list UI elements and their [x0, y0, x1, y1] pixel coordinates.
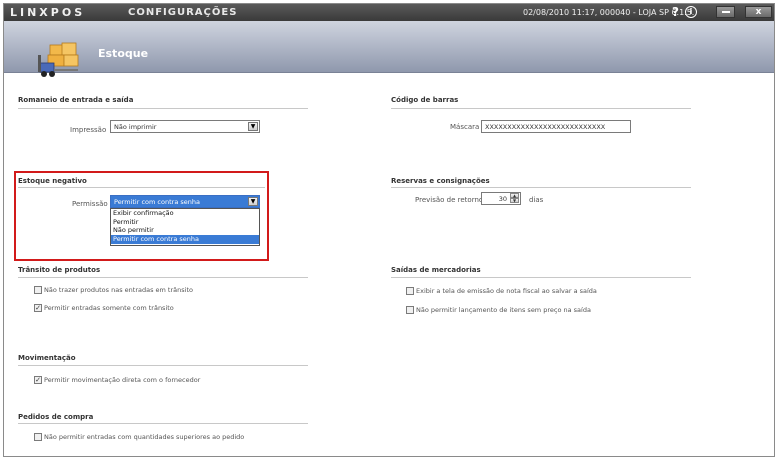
dropdown-option[interactable]: Permitir	[111, 218, 259, 227]
checkbox-nao-trazer[interactable]	[34, 286, 42, 294]
impressao-label: Impressão	[70, 126, 107, 134]
section-title-pedidos: Pedidos de compra	[18, 413, 94, 421]
mascara-input[interactable]: XXXXXXXXXXXXXXXXXXXXXXXXXXX	[481, 120, 631, 133]
impressao-select[interactable]: Não imprimir ▼	[110, 120, 260, 133]
checkbox-exibir-nota[interactable]	[406, 287, 414, 295]
section-divider	[391, 277, 691, 278]
spin-down-icon[interactable]: ▼	[510, 198, 519, 203]
checkbox-label: Permitir movimentação direta com o forne…	[44, 376, 201, 384]
previsao-stepper[interactable]: 30 ▲ ▼	[481, 192, 521, 205]
permissao-label: Permissão	[72, 200, 108, 208]
checkbox-label: Não permitir entradas com quantidades su…	[44, 433, 245, 441]
dias-label: dias	[529, 196, 544, 204]
section-title-reservas: Reservas e consignações	[391, 177, 490, 185]
previsao-label: Previsão de retorno	[415, 196, 484, 204]
checkbox-label: Não permitir lançamento de itens sem pre…	[416, 306, 591, 314]
previsao-value: 30	[498, 195, 507, 203]
page-header: Estoque	[4, 21, 774, 77]
section-title-saidas: Saídas de mercadorias	[391, 266, 481, 274]
mascara-label: Máscara	[450, 123, 480, 131]
section-title-movimentacao: Movimentação	[18, 354, 76, 362]
checkbox-quantidades-superiores[interactable]	[34, 433, 42, 441]
forklift-boxes-icon	[38, 42, 79, 77]
dropdown-option[interactable]: Exibir confirmação	[111, 209, 259, 218]
permissao-dropdown-list: Exibir confirmação Permitir Não permitir…	[110, 208, 260, 246]
checkbox-label: Exibir a tela de emissão de nota fiscal …	[416, 287, 597, 295]
app-logo: LINXPOS	[10, 6, 86, 19]
app-window: LINXPOS CONFIGURAÇÕES 02/08/2010 11:17, …	[3, 3, 775, 457]
impressao-value: Não imprimir	[114, 123, 157, 131]
chevron-down-icon[interactable]: ▼	[248, 122, 258, 131]
checkbox-permitir-transito[interactable]: ✓	[34, 304, 42, 312]
section-title-estoque-negativo: Estoque negativo	[18, 177, 87, 185]
help-icon[interactable]: ?	[672, 5, 679, 19]
status-text: 02/08/2010 11:17, 000040 - LOJA SP 6.1.5…	[523, 8, 695, 17]
section-divider	[18, 187, 265, 188]
section-divider	[18, 423, 308, 424]
section-divider	[391, 108, 691, 109]
section-divider	[391, 187, 691, 188]
window-title: CONFIGURAÇÕES	[128, 7, 238, 18]
minimize-button[interactable]	[716, 6, 735, 18]
checkbox-sem-preco[interactable]	[406, 306, 414, 314]
info-icon[interactable]: i	[685, 6, 697, 18]
chevron-down-icon[interactable]: ▼	[248, 197, 258, 206]
section-title-transito: Trânsito de produtos	[18, 266, 101, 274]
permissao-value: Permitir com contra senha	[114, 198, 200, 206]
permissao-select[interactable]: Permitir com contra senha ▼	[110, 195, 260, 208]
section-title-codigo-barras: Código de barras	[391, 96, 459, 104]
section-title-romaneio: Romaneio de entrada e saída	[18, 96, 134, 104]
dropdown-option-selected[interactable]: Permitir com contra senha	[111, 235, 259, 244]
title-bar: LINXPOS CONFIGURAÇÕES 02/08/2010 11:17, …	[4, 4, 774, 21]
checkbox-label: Permitir entradas somente com trânsito	[44, 304, 174, 312]
section-divider	[18, 277, 308, 278]
checkbox-label: Não trazer produtos nas entradas em trân…	[44, 286, 193, 294]
close-button[interactable]: x	[745, 6, 772, 18]
checkbox-movimentacao-direta[interactable]: ✓	[34, 376, 42, 384]
section-divider	[18, 365, 308, 366]
section-divider	[18, 108, 308, 109]
dropdown-option[interactable]: Não permitir	[111, 226, 259, 235]
page-title: Estoque	[98, 47, 149, 60]
